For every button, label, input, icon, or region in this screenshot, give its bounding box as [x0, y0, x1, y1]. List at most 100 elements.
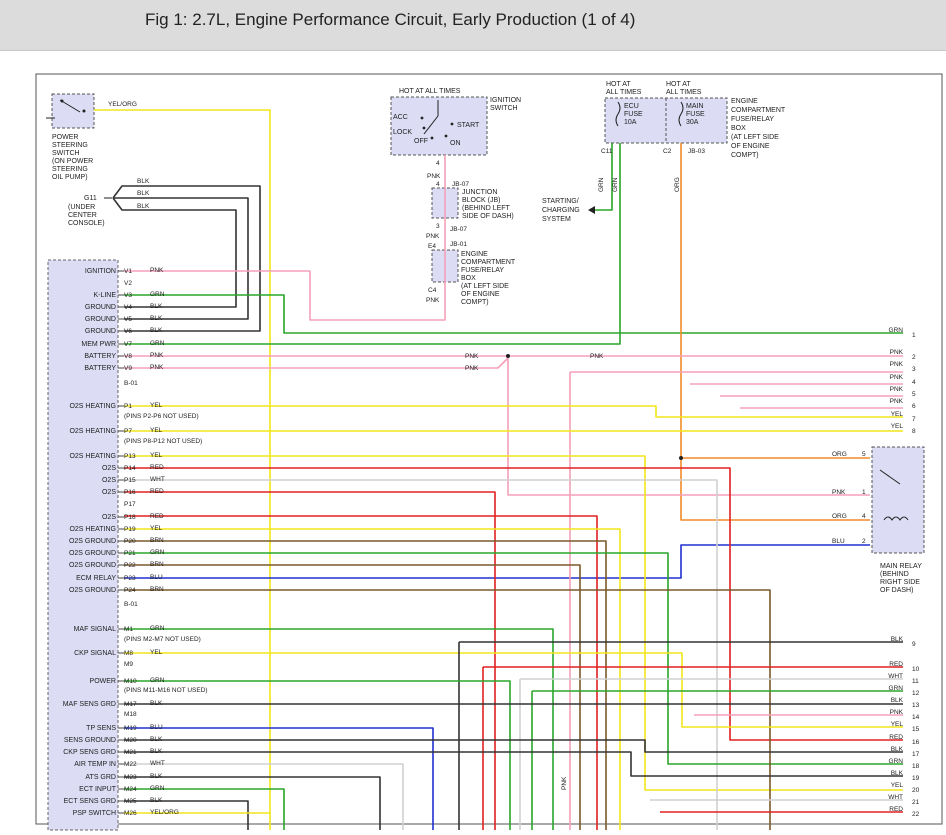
ecm-pin-id: V8: [124, 353, 132, 360]
output-wire-color: PNK: [890, 386, 904, 393]
main-relay-label: OF DASH): [880, 587, 913, 594]
ecm-pin-id: P18: [124, 514, 136, 521]
ecm-pin-id: P23: [124, 575, 136, 582]
splice-dot: [506, 354, 510, 358]
main-fuse-label: MAIN: [686, 103, 704, 110]
ecm-pin-id: P15: [124, 477, 136, 484]
output-number: 8: [912, 428, 916, 435]
fuse-box-title: FUSE/RELAY: [731, 116, 774, 123]
output-wire-color: BLK: [891, 770, 904, 777]
starting-system-label: SYSTEM: [542, 216, 571, 223]
ecm-pin-id: P16: [124, 489, 136, 496]
ign-contact: [430, 136, 434, 140]
ign-contact: [444, 134, 448, 138]
ps-switch-label: POWER: [52, 134, 78, 141]
ecm-pin-id: M18: [124, 711, 137, 718]
junction-block-label: BLOCK (JB): [462, 197, 501, 204]
wire-brn-p22: [124, 564, 581, 830]
g11-wire: BLK: [137, 178, 150, 185]
ign-contact: [450, 122, 454, 126]
main-fuse-label: 30A: [686, 119, 699, 126]
ecm-pin-label: GROUND: [85, 304, 116, 311]
ecm-pin-id: M21: [124, 749, 137, 756]
ecm-pin-id: P1: [124, 403, 132, 410]
connector-label: C11: [601, 148, 613, 155]
ecm-pin-label: O2S GROUND: [69, 550, 116, 557]
ecm-wire-color: BRN: [150, 586, 164, 593]
output-wire-color: YEL: [891, 721, 904, 728]
wire-label: PNK: [427, 173, 441, 180]
ecm-pin-label: MEM PWR: [81, 341, 116, 348]
ecm-wire-color: PNK: [150, 352, 164, 359]
ecm-pin-label: ATS GRD: [85, 774, 116, 781]
output-wire-color: PNK: [890, 374, 904, 381]
ecm-pin-id: M23: [124, 774, 137, 781]
ecm-pin-label: GROUND: [85, 328, 116, 335]
relay-wire-color: PNK: [832, 489, 846, 496]
ecm-pin-id: V9: [124, 365, 132, 372]
output-number: 11: [912, 678, 919, 685]
ps-switch-box: [51, 93, 95, 129]
ecm-wire-color: BLK: [150, 327, 163, 334]
connector-label: C2: [663, 148, 672, 155]
arrow-head: [588, 206, 595, 214]
output-number: 13: [912, 702, 920, 709]
ecm-wire-color: RED: [150, 513, 164, 520]
ecm-pin-label: MAF SIGNAL: [74, 626, 117, 633]
hot-label: HOT AT: [666, 81, 691, 88]
ecm-wire-color: BLK: [150, 748, 163, 755]
output-number: 17: [912, 751, 920, 758]
hot-label: ALL TIMES: [666, 89, 702, 96]
ecm-pin-id: V5: [124, 316, 132, 323]
ecm-pin-label: K-LINE: [93, 292, 116, 299]
output-number: 18: [912, 763, 920, 770]
output-number: 21: [912, 799, 920, 806]
wire-red-p14: [124, 467, 903, 741]
ecm-wire-color: BLK: [150, 773, 163, 780]
ps-switch-label: STEERING: [52, 166, 88, 173]
output-wire-color: PNK: [890, 349, 904, 356]
output-number: 22: [912, 811, 920, 818]
ecm-pin-id: M10: [124, 678, 137, 685]
output-wire-color: BLK: [891, 697, 904, 704]
wire-yel-m8: [124, 652, 903, 728]
output-number: 19: [912, 775, 920, 782]
ecm-pin-id: B-01: [124, 380, 138, 387]
fuse-relay-box-label: OF ENGINE: [461, 291, 500, 298]
ecm-pin-id: M22: [124, 761, 137, 768]
main-relay-box: [871, 446, 925, 554]
wire-yel-org: [94, 109, 271, 830]
fuse-relay-box-label: COMPT): [461, 299, 489, 306]
connector-label: JB-07: [450, 226, 467, 233]
ecm-wire-color: BLK: [150, 700, 163, 707]
ecm-pin-id: P14: [124, 465, 136, 472]
wire-label: PNK: [426, 233, 440, 240]
g11-location: CONSOLE): [68, 220, 105, 227]
ecm-pin-id: P13: [124, 453, 136, 460]
ecm-wire-color: BRN: [150, 537, 164, 544]
wire-label: PNK: [426, 297, 440, 304]
connector-label: JB-07: [452, 181, 469, 188]
fuse-box-title: OF ENGINE: [731, 143, 770, 150]
ecm-pin-id: M19: [124, 725, 137, 732]
relay-pin-number: 5: [862, 451, 866, 458]
output-wire-color: RED: [889, 734, 903, 741]
ecm-pin-label: AIR TEMP IN: [74, 761, 116, 768]
wire-label: PNK: [465, 353, 479, 360]
hot-label: ALL TIMES: [606, 89, 642, 96]
output-wire-color: WHT: [888, 794, 903, 801]
ecm-pin-label: TP SENS: [86, 725, 116, 732]
wire-label: ORG: [674, 177, 681, 192]
relay-pin-number: 4: [862, 513, 866, 520]
ignition-switch-title: SWITCH: [490, 105, 518, 112]
ecm-pin-id: V6: [124, 328, 132, 335]
output-number: 9: [912, 641, 916, 648]
ecm-pin-id: V1: [124, 268, 132, 275]
wire-blk-v5: [113, 197, 249, 320]
ecm-pin-label: O2S: [102, 477, 116, 484]
ecm-pin-label: SENS GROUND: [64, 737, 116, 744]
ecm-pin-id: M25: [124, 798, 137, 805]
ecm-pin-id: (PINS M2-M7 NOT USED): [124, 636, 201, 643]
ecm-pin-id: P17: [124, 501, 136, 508]
ecm-wire-color: YEL: [150, 452, 163, 459]
